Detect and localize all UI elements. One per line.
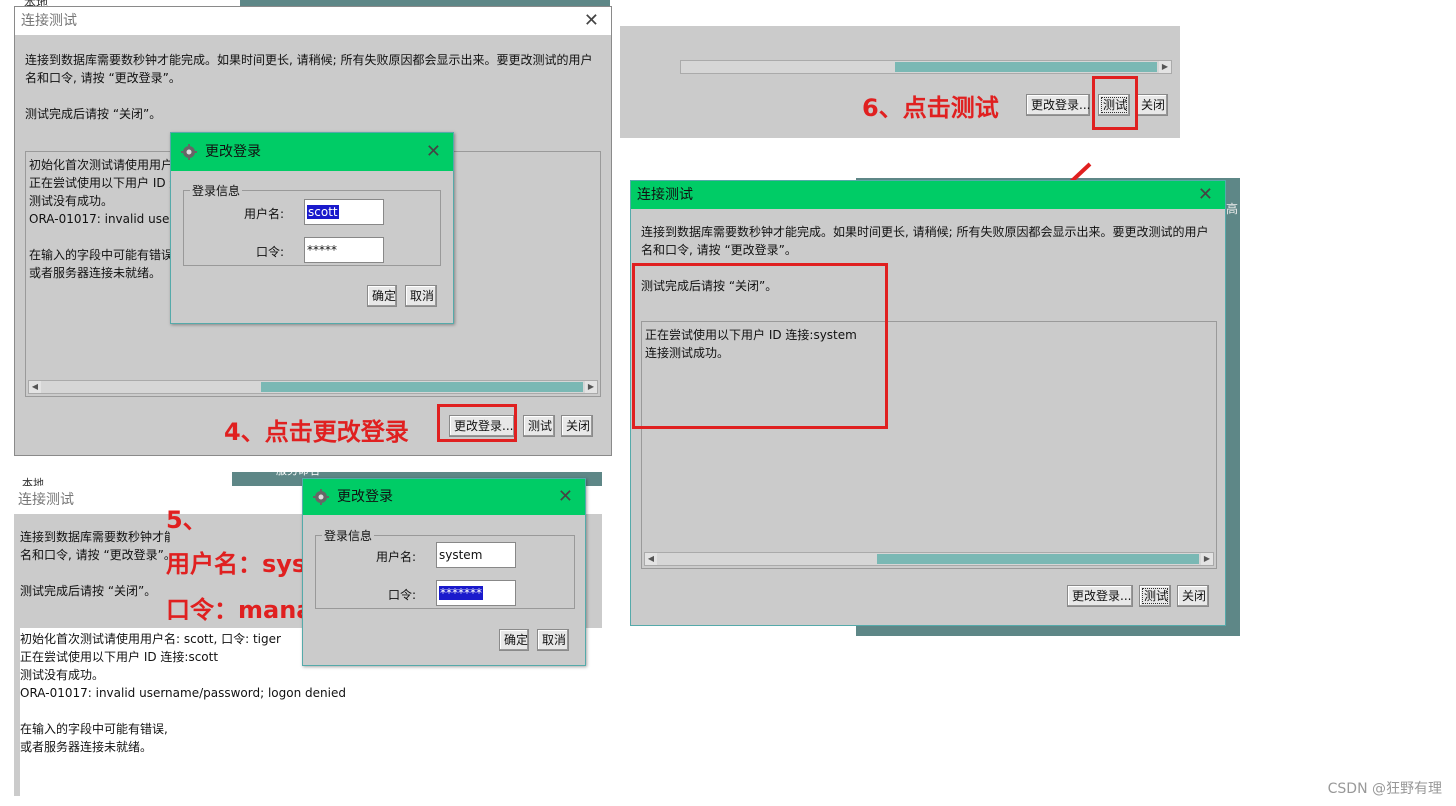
close-icon[interactable]: ✕: [1198, 181, 1213, 209]
scroll-left-icon[interactable]: ◀: [645, 553, 657, 565]
close-button[interactable]: 关闭: [1177, 585, 1209, 607]
test-button[interactable]: 测试: [1139, 585, 1171, 607]
description-line-1: 连接到数据库需要数秒钟才能完成。如果时间更长, 请稍候; 所有失败原因都会显示出…: [641, 225, 1209, 239]
scroll-thumb[interactable]: [877, 554, 1199, 564]
scroll-right-icon[interactable]: ▶: [1201, 553, 1213, 565]
window-titlebar: 连接测试 ✕: [631, 181, 1225, 209]
window-title: 连接测试: [637, 187, 693, 203]
change-login-button[interactable]: 更改登录...: [1067, 585, 1133, 607]
watermark: CSDN @狂野有理: [1327, 781, 1442, 797]
horizontal-scrollbar[interactable]: ◀ ▶: [644, 552, 1214, 566]
description-line-2: 名和口令, 请按 “更改登录”。: [641, 243, 797, 257]
highlight-success-result: [632, 263, 888, 429]
